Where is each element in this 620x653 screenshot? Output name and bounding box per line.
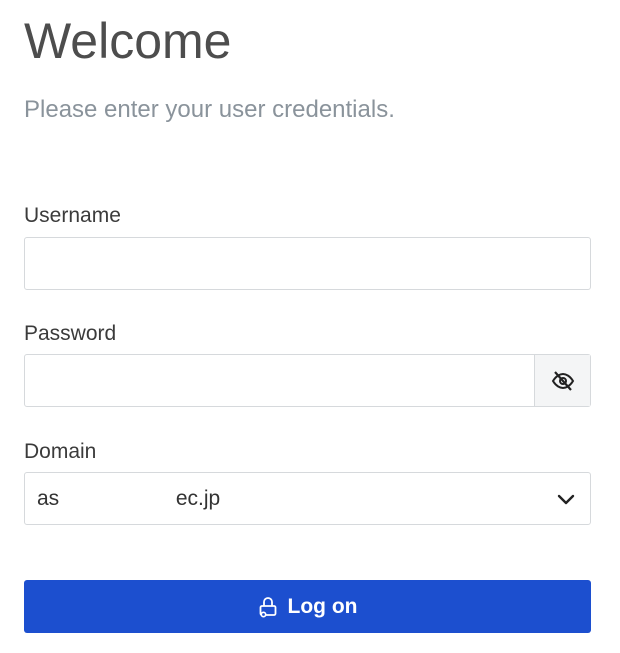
domain-select[interactable]: as ec.jp: [24, 472, 591, 525]
domain-value: as ec.jp: [37, 486, 221, 510]
username-input[interactable]: [25, 238, 590, 289]
username-label: Username: [24, 204, 121, 227]
lock-icon: [259, 596, 276, 617]
username-field-container: [24, 237, 591, 290]
login-page: Welcome Please enter your user credentia…: [0, 0, 620, 653]
password-input[interactable]: [25, 355, 534, 406]
eye-slash-icon: [551, 370, 574, 391]
logon-button-label: Log on: [287, 594, 358, 618]
domain-label: Domain: [24, 440, 97, 463]
chevron-down-icon: [557, 494, 575, 504]
page-title: Welcome: [24, 13, 232, 69]
page-subtitle: Please enter your user credentials.: [24, 96, 395, 123]
logon-button[interactable]: Log on: [24, 580, 591, 633]
password-label: Password: [24, 322, 117, 345]
password-field-container: [24, 354, 591, 407]
toggle-password-visibility-button[interactable]: [534, 355, 590, 406]
